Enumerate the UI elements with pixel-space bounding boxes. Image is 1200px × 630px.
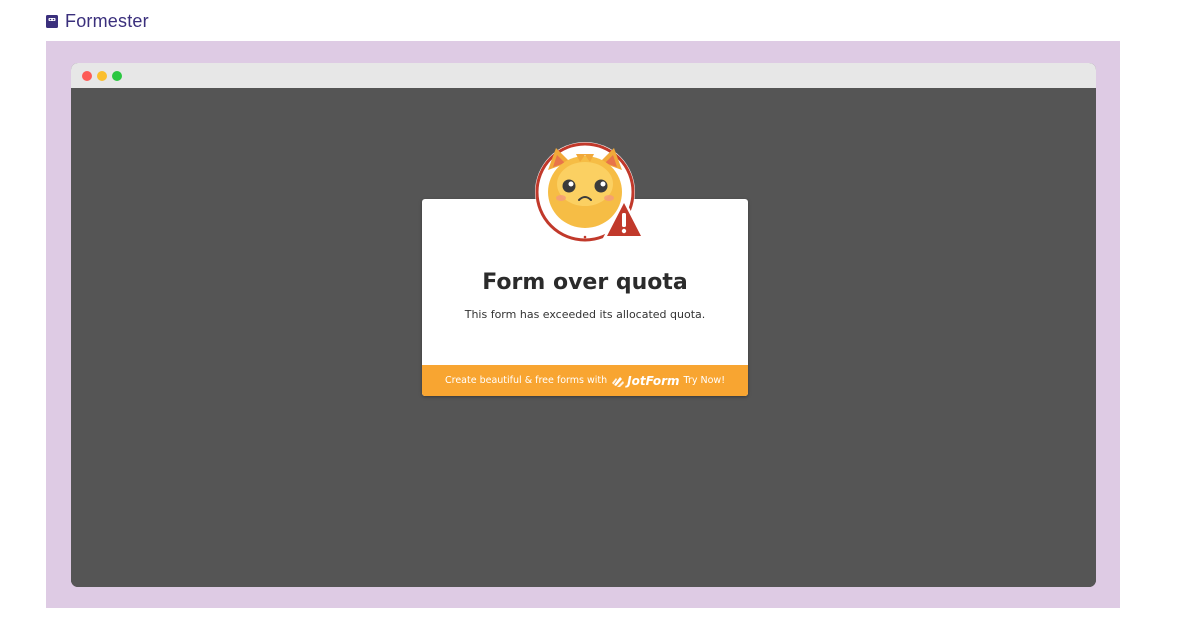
try-now-link[interactable]: Try Now! bbox=[684, 375, 725, 386]
window-titlebar bbox=[71, 63, 1096, 88]
maximize-window-button[interactable] bbox=[112, 71, 122, 81]
brand: Formester bbox=[46, 11, 149, 32]
formester-logo-icon bbox=[46, 15, 58, 28]
jotform-logo-icon bbox=[612, 376, 625, 387]
jotform-promo-banner[interactable]: Create beautiful & free forms with JotFo… bbox=[422, 365, 748, 396]
error-title: Form over quota bbox=[482, 270, 688, 295]
error-message: This form has exceeded its allocated quo… bbox=[464, 308, 706, 321]
page-viewport: Form over quota This form has exceeded i… bbox=[71, 88, 1096, 587]
close-window-button[interactable] bbox=[82, 71, 92, 81]
minimize-window-button[interactable] bbox=[97, 71, 107, 81]
sad-cat-warning-icon bbox=[535, 142, 645, 242]
jotform-logo-text: JotForm bbox=[627, 373, 680, 388]
brand-name: Formester bbox=[65, 11, 149, 31]
promo-text: Create beautiful & free forms with bbox=[445, 375, 608, 386]
jotform-logo[interactable]: JotForm bbox=[611, 373, 680, 388]
browser-window: Form over quota This form has exceeded i… bbox=[71, 63, 1096, 587]
